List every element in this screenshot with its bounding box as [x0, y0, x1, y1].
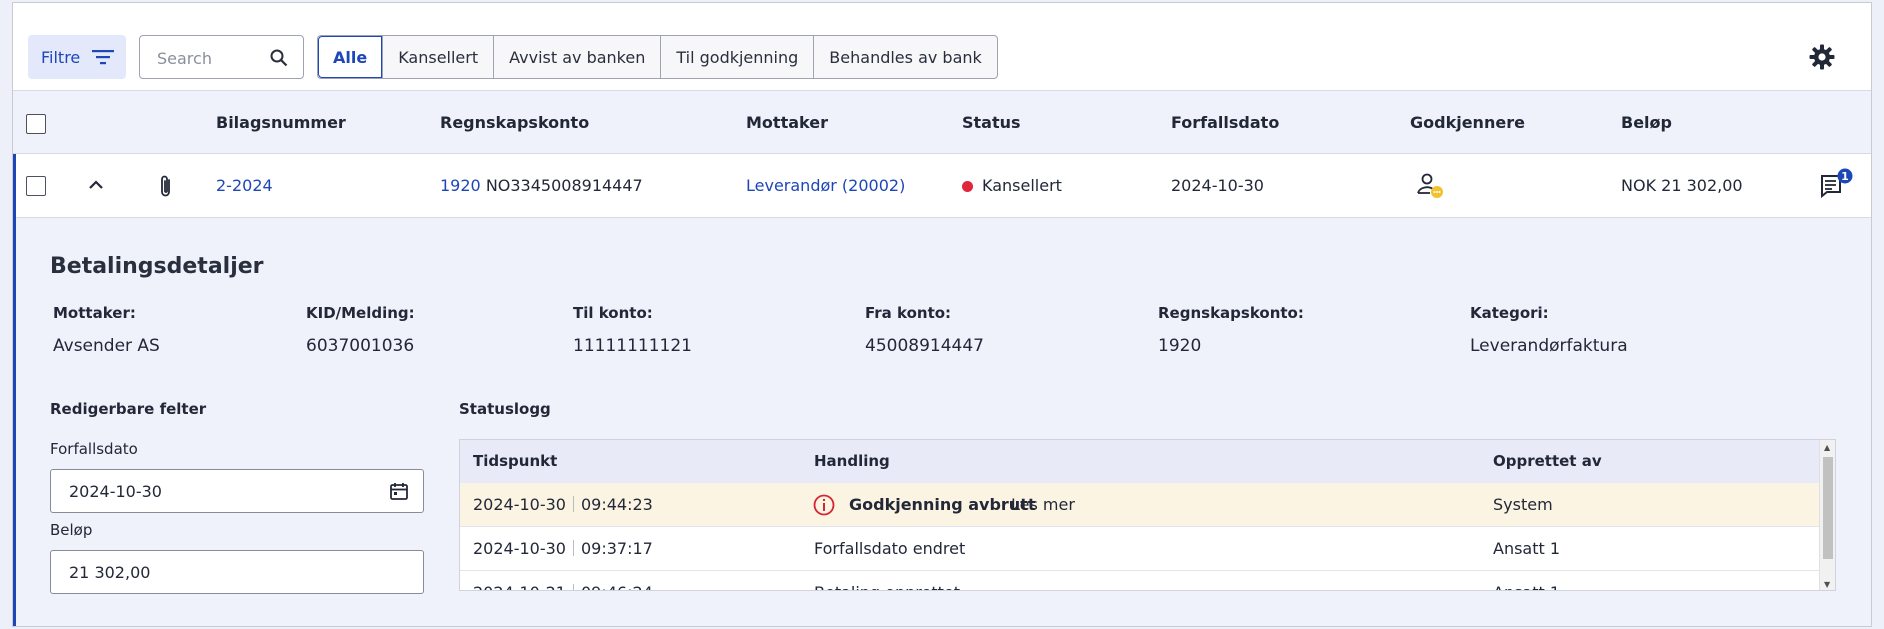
table-header: Bilagsnummer Regnskapskonto Mottaker Sta… [13, 91, 1871, 154]
editable-fields-title: Redigerbare felter [50, 400, 207, 418]
detail-kid-label: KID/Melding: [306, 304, 415, 322]
log-col-opprettet-av: Opprettet av [1493, 452, 1602, 470]
forfallsdato-cell: 2024-10-30 [1171, 176, 1264, 195]
amount-input[interactable]: 21 302,00 [50, 550, 424, 594]
statuslog-table: Tidspunkt Handling Opprettet av 2024-10-… [459, 439, 1836, 591]
statuslog-header: Tidspunkt Handling Opprettet av [460, 440, 1821, 483]
log-created-by: Ansatt 1 [1493, 539, 1561, 558]
table-row[interactable]: 2-2024 1920 NO3345008914447 Leverandør (… [13, 154, 1871, 218]
search-input[interactable] [157, 47, 267, 69]
approver-pending-icon[interactable] [1416, 171, 1446, 201]
detail-fra-konto-label: Fra konto: [865, 304, 952, 322]
select-all-checkbox[interactable] [26, 114, 46, 134]
scroll-up-icon[interactable]: ▲ [1824, 443, 1830, 452]
detail-fra-konto-value: 45008914447 [865, 336, 984, 356]
belop-cell: NOK 21 302,00 [1621, 176, 1743, 195]
detail-mottaker-label: Mottaker: [53, 304, 136, 322]
detail-kategori-label: Kategori: [1470, 304, 1549, 322]
log-date: 2024-10-21 [473, 583, 566, 590]
detail-mottaker-value: Avsender AS [53, 336, 160, 356]
log-col-handling: Handling [814, 452, 890, 470]
detail-regnskapskonto-label: Regnskapskonto: [1158, 304, 1304, 322]
log-action: Godkjenning avbrutt [849, 495, 1036, 514]
konto-link[interactable]: 1920 [440, 176, 481, 195]
gear-icon[interactable] [1809, 44, 1835, 70]
status-filter-group: Alle Kansellert Avvist av banken Til god… [317, 35, 998, 79]
amount-value: 21 302,00 [69, 562, 151, 582]
alert-circle-icon [813, 494, 835, 516]
regnskapskonto-cell: 1920 NO3345008914447 [440, 176, 643, 195]
les-mer-link[interactable]: Les mer [1011, 495, 1075, 514]
detail-kategori-value: Leverandørfaktura [1470, 336, 1628, 356]
log-timestamp: 2024-10-21 09:46:24 [473, 583, 653, 590]
status-badge: Kansellert [962, 176, 1062, 195]
status-label: Kansellert [982, 176, 1062, 195]
mottaker-link[interactable]: Leverandør (20002) [746, 176, 905, 195]
col-forfallsdato[interactable]: Forfallsdato [1171, 113, 1279, 132]
search-icon[interactable] [269, 48, 289, 68]
col-godkjennere[interactable]: Godkjennere [1410, 113, 1525, 132]
log-timestamp: 2024-10-30 09:37:17 [473, 539, 653, 558]
konto-iban: NO3345008914447 [485, 176, 643, 195]
col-regnskapskonto[interactable]: Regnskapskonto [440, 113, 589, 132]
due-date-input[interactable]: 2024-10-30 [50, 469, 424, 513]
toolbar: Filtre Alle Kansellert Avvist av banken … [13, 3, 1871, 91]
bilagsnummer-link[interactable]: 2-2024 [216, 176, 273, 195]
comment-count-badge: 1 [1841, 170, 1849, 183]
log-action: Betaling opprettet [814, 583, 960, 590]
list-item: 2024-10-30 09:37:17 Forfallsdato endret A… [460, 527, 1821, 571]
filter-icon [92, 50, 115, 65]
filter-button-label: Filtre [41, 47, 81, 67]
comment-icon[interactable]: 1 [1818, 168, 1854, 200]
col-bilagsnummer[interactable]: Bilagsnummer [216, 113, 346, 132]
status-dot-icon [962, 181, 973, 192]
log-date: 2024-10-30 [473, 495, 566, 514]
log-time: 09:37:17 [580, 539, 653, 558]
payment-details: Betalingsdetaljer Mottaker: Avsender AS … [16, 218, 1871, 626]
list-item: 2024-10-30 09:44:23 Godkjenning avbrutt L… [460, 483, 1821, 527]
log-created-by: Ansatt 1 [1493, 583, 1560, 590]
payments-panel: Filtre Alle Kansellert Avvist av banken … [12, 2, 1872, 627]
log-col-tidspunkt: Tidspunkt [473, 452, 558, 470]
log-date: 2024-10-30 [473, 539, 566, 558]
log-created-by: System [1493, 495, 1553, 514]
filter-button[interactable]: Filtre [28, 35, 126, 79]
status-filter-alle[interactable]: Alle [318, 36, 383, 78]
scroll-down-icon[interactable]: ▼ [1824, 580, 1830, 589]
statuslog-title: Statuslogg [459, 400, 551, 418]
scroll-thumb[interactable] [1823, 457, 1833, 559]
detail-til-konto-label: Til konto: [573, 304, 653, 322]
status-filter-kansellert[interactable]: Kansellert [382, 36, 493, 78]
col-status[interactable]: Status [962, 113, 1021, 132]
amount-label: Beløp [50, 521, 93, 539]
row-checkbox[interactable] [26, 176, 46, 196]
detail-kid-value: 6037001036 [306, 336, 415, 356]
calendar-icon[interactable] [389, 481, 409, 501]
details-title: Betalingsdetaljer [50, 254, 264, 279]
statuslog-scrollbar[interactable]: ▲ ▼ [1819, 440, 1835, 590]
paperclip-icon[interactable] [158, 173, 174, 199]
detail-til-konto-value: 11111111121 [573, 336, 692, 356]
detail-regnskapskonto-value: 1920 [1158, 336, 1202, 356]
log-timestamp: 2024-10-30 09:44:23 [473, 495, 653, 514]
due-date-label: Forfallsdato [50, 440, 138, 458]
log-time: 09:46:24 [581, 583, 653, 590]
col-mottaker[interactable]: Mottaker [746, 113, 828, 132]
col-belop[interactable]: Beløp [1621, 113, 1672, 132]
status-filter-avvist[interactable]: Avvist av banken [493, 36, 660, 78]
search-box[interactable] [139, 35, 304, 79]
log-action: Forfallsdato endret [814, 539, 966, 558]
status-filter-behandles[interactable]: Behandles av bank [813, 36, 997, 78]
status-filter-til-godkjenning[interactable]: Til godkjenning [660, 36, 813, 78]
log-time: 09:44:23 [580, 495, 653, 514]
chevron-up-icon[interactable] [88, 179, 104, 191]
due-date-value: 2024-10-30 [69, 481, 162, 501]
list-item: 2024-10-21 09:46:24 Betaling opprettet An… [460, 571, 1821, 590]
